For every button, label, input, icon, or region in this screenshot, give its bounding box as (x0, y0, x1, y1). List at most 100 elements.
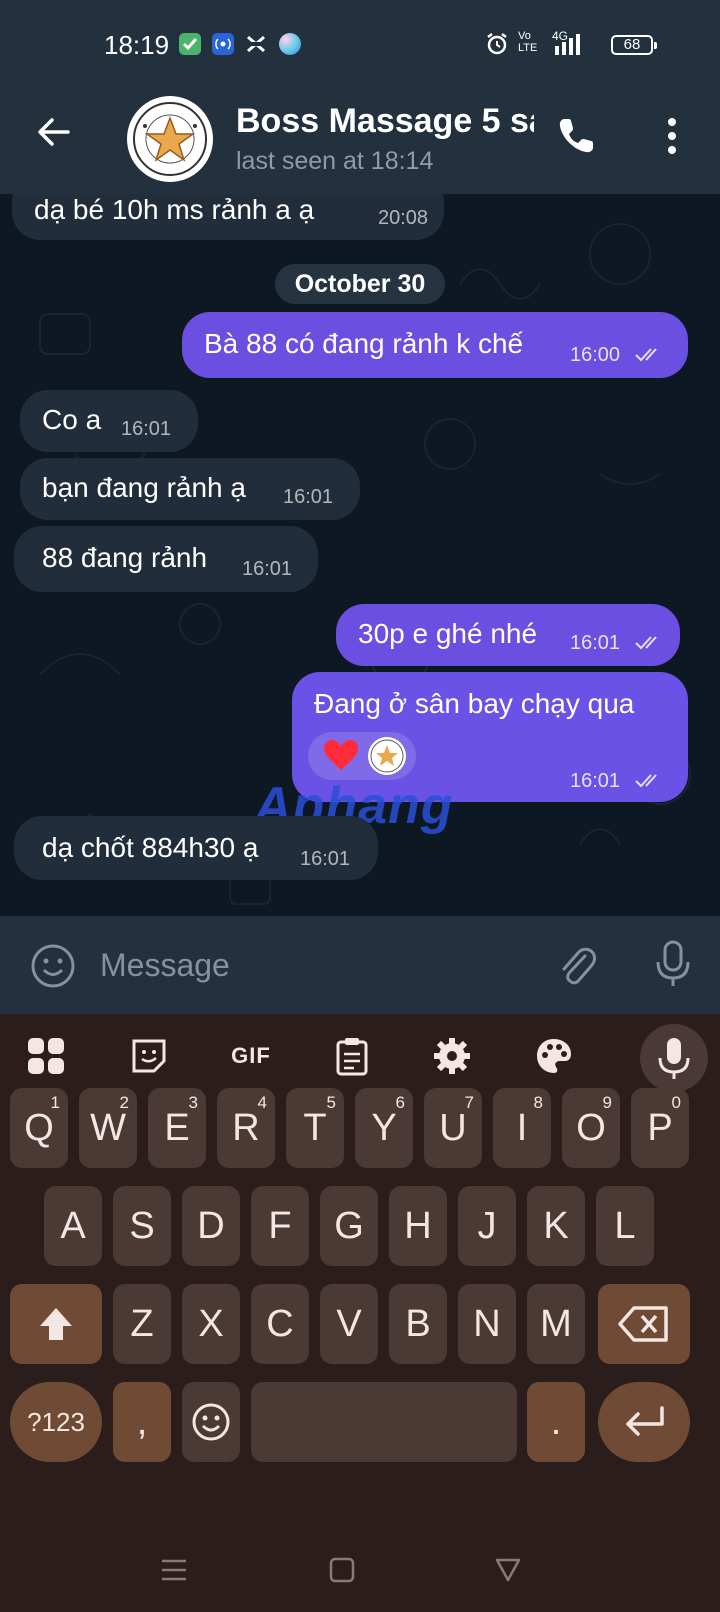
heart-reaction-icon[interactable] (322, 738, 360, 779)
smiley-icon (31, 944, 75, 988)
message-text: 30p e ghé nhé (358, 618, 538, 649)
color-app-icon (279, 33, 301, 55)
star-logo-icon (370, 739, 404, 773)
key-a[interactable]: A (44, 1186, 102, 1266)
key-f[interactable]: F (251, 1186, 309, 1266)
key-p[interactable]: P0 (631, 1088, 689, 1168)
key-l[interactable]: L (596, 1186, 654, 1266)
comma-key[interactable]: , (113, 1382, 171, 1462)
key-q[interactable]: Q1 (10, 1088, 68, 1168)
voice-message-button[interactable] (654, 938, 692, 990)
emoji-key[interactable] (182, 1382, 240, 1462)
key-e[interactable]: E3 (148, 1088, 206, 1168)
key-d[interactable]: D (182, 1186, 240, 1266)
key-c[interactable]: C (251, 1284, 309, 1364)
key-j[interactable]: J (458, 1186, 516, 1266)
message-time: 16:01 (242, 558, 293, 580)
sticker-icon[interactable] (127, 1034, 171, 1078)
message-text: dạ bé 10h ms rảnh a ạ (34, 194, 315, 225)
clipboard-icon[interactable] (330, 1034, 374, 1078)
key-s[interactable]: S (113, 1186, 171, 1266)
incoming-message[interactable]: dạ bé 10h ms rảnh a ạ 20:08 (12, 194, 444, 240)
smiley-icon (192, 1403, 230, 1441)
key-x[interactable]: X (182, 1284, 240, 1364)
message-text: bạn đang rảnh ạ (42, 472, 246, 503)
status-bar: 18:19 Vo LTE 4G 68 (0, 0, 720, 90)
backspace-key[interactable] (598, 1284, 690, 1364)
read-ticks-icon (635, 348, 657, 362)
volte-indicator: Vo LTE (518, 30, 538, 54)
key-m[interactable]: M (527, 1284, 585, 1364)
voice-typing-button[interactable] (640, 1024, 708, 1092)
avatar[interactable] (127, 96, 213, 182)
incoming-message[interactable]: Co a 16:01 (20, 390, 198, 452)
enter-arrow-icon (626, 1406, 664, 1436)
shift-arrow-icon (40, 1308, 72, 1340)
message-time: 16:01 (300, 848, 351, 870)
reaction-bar[interactable] (308, 732, 416, 780)
incoming-message[interactable]: bạn đang rảnh ạ 16:01 (20, 458, 360, 520)
key-k[interactable]: K (527, 1186, 585, 1266)
key-u[interactable]: U7 (424, 1088, 482, 1168)
call-button[interactable] (554, 114, 598, 158)
message-text: Bà 88 có đang rảnh k chế (204, 328, 524, 359)
backspace-icon (618, 1306, 668, 1342)
shift-key[interactable] (10, 1284, 102, 1364)
chat-messages[interactable]: dạ bé 10h ms rảnh a ạ 20:08 October 30 B… (0, 194, 720, 916)
menu-lines-icon (162, 1559, 186, 1581)
message-input[interactable] (100, 940, 500, 990)
enter-key[interactable] (598, 1382, 690, 1462)
space-key[interactable] (251, 1382, 517, 1462)
keyboard-toolbar: GIF (0, 1014, 720, 1098)
hotspot-icon (212, 33, 234, 55)
message-text: Đang ở sân bay chạy qua (314, 688, 635, 719)
incoming-message[interactable]: 88 đang rảnh 16:01 (14, 526, 318, 592)
palette-icon[interactable] (532, 1034, 576, 1078)
symbols-key[interactable]: ?123 (10, 1382, 102, 1462)
emoji-button[interactable] (30, 943, 76, 989)
more-options-button[interactable] (658, 112, 686, 160)
contact-name[interactable]: Boss Massage 5 sao (236, 102, 534, 142)
key-h[interactable]: H (389, 1186, 447, 1266)
message-composer (0, 916, 720, 1014)
mic-icon (656, 940, 690, 986)
recent-apps-button[interactable] (160, 1556, 188, 1589)
gear-icon[interactable] (430, 1034, 474, 1078)
home-button[interactable] (328, 1556, 356, 1589)
attach-button[interactable] (554, 942, 600, 988)
back-nav-button[interactable] (494, 1556, 522, 1589)
key-v[interactable]: V (320, 1284, 378, 1364)
mic-icon (658, 1038, 690, 1079)
key-w[interactable]: W2 (79, 1088, 137, 1168)
key-y[interactable]: Y6 (355, 1088, 413, 1168)
read-ticks-icon (635, 636, 657, 650)
key-t[interactable]: T5 (286, 1088, 344, 1168)
key-z[interactable]: Z (113, 1284, 171, 1364)
key-b[interactable]: B (389, 1284, 447, 1364)
message-text: 88 đang rảnh (42, 542, 208, 573)
incoming-message[interactable]: dạ chốt 884h30 ạ 16:01 (14, 816, 378, 880)
more-vert-icon (668, 118, 676, 154)
apps-grid-icon[interactable] (24, 1034, 68, 1078)
key-n[interactable]: N (458, 1284, 516, 1364)
key-g[interactable]: G (320, 1186, 378, 1266)
outgoing-message[interactable]: 30p e ghé nhé 16:01 (336, 604, 680, 666)
date-separator: October 30 (275, 264, 445, 304)
message-time: 16:00 (570, 344, 621, 366)
message-time: 20:08 (378, 207, 429, 229)
capcut-icon (245, 33, 267, 55)
outgoing-message[interactable]: Bà 88 có đang rảnh k chế 16:00 (182, 312, 688, 378)
message-time: 16:01 (570, 770, 621, 792)
read-ticks-icon (635, 774, 657, 788)
square-home-icon (329, 1557, 355, 1583)
key-r[interactable]: R4 (217, 1088, 275, 1168)
gif-button[interactable]: GIF (226, 1034, 276, 1078)
message-text: Co a (42, 404, 102, 435)
key-o[interactable]: O9 (562, 1088, 620, 1168)
message-time: 16:01 (570, 632, 621, 654)
key-i[interactable]: I8 (493, 1088, 551, 1168)
period-key[interactable]: . (527, 1382, 585, 1462)
status-time: 18:19 (104, 30, 170, 60)
back-button[interactable] (34, 112, 74, 152)
back-arrow-icon (38, 118, 70, 146)
